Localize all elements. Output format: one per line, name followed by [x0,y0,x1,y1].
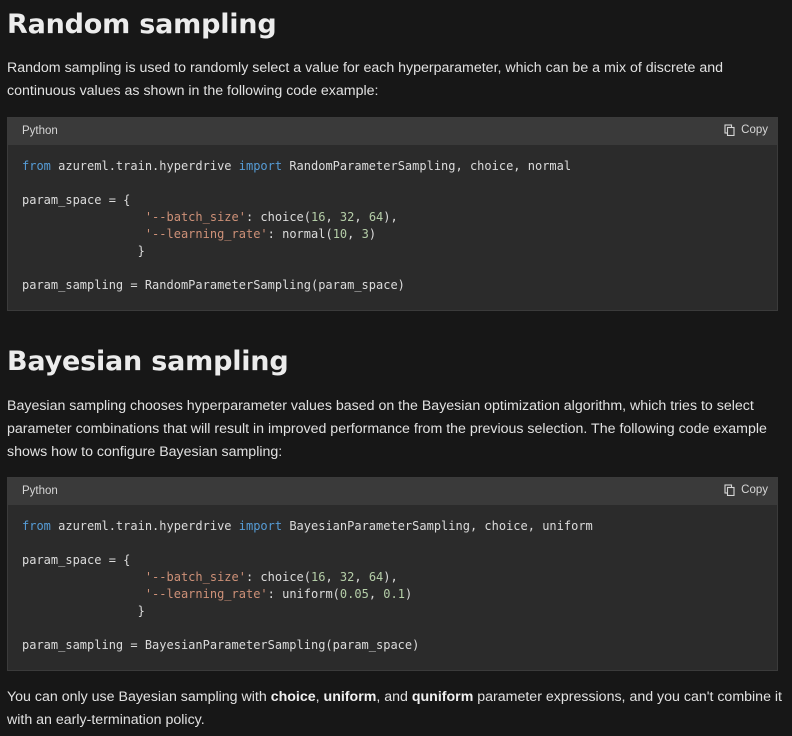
code-body: from azureml.train.hyperdrive import Ran… [8,145,777,294]
code-keyword: from [22,519,51,533]
code-string: '--batch_size' [144,570,246,584]
code-number: 32 [339,570,355,584]
code-line: param_sampling = RandomParameterSampling… [22,278,405,292]
code-line: param_space = { [22,553,131,567]
code-number: 32 [339,210,355,224]
note-text: You can only use Bayesian sampling with [7,689,271,705]
copy-label: Copy [741,124,768,136]
code-number: 64 [368,210,384,224]
bayesian-sampling-code-block: Python Copy from azureml.train.hyperdriv… [7,477,778,671]
code-string: '--learning_rate' [144,227,268,241]
note-bold-term: uniform [323,689,377,705]
code-keyword: from [22,159,51,173]
code-line: } [22,244,145,258]
random-sampling-heading: Random sampling [7,9,277,40]
code-number: 3 [361,227,369,241]
random-sampling-description: Random sampling is used to randomly sele… [7,60,724,99]
note-text: , [315,689,324,705]
copy-icon [724,124,735,136]
bayesian-sampling-heading: Bayesian sampling [7,346,289,377]
code-line: '--learning_rate': uniform(0.05, 0.1) [144,587,413,601]
code-line: } [22,604,145,618]
code-number: 0.05 [339,587,369,601]
code-keyword: import [238,519,283,533]
copy-button[interactable]: Copy [724,124,768,136]
copy-button[interactable]: Copy [724,484,768,496]
code-body: from azureml.train.hyperdrive import Bay… [8,505,777,654]
code-line: '--batch_size': choice(16, 32, 64), [144,210,398,224]
code-header: Python Copy [8,478,777,505]
note-text: , and [376,689,412,705]
code-language-label: Python [22,485,58,497]
random-sampling-code-block: Python Copy from azureml.train.hyperdriv… [7,117,778,311]
code-keyword: import [238,159,283,173]
code-string: '--batch_size' [144,210,246,224]
code-line: '--learning_rate': normal(10, 3) [144,227,377,241]
code-line: param_sampling = BayesianParameterSampli… [22,638,420,652]
note-bold-term: quniform [411,689,474,705]
bayesian-usage-note: You can only use Bayesian sampling with … [7,686,785,732]
code-line: '--batch_size': choice(16, 32, 64), [144,570,398,584]
copy-icon [724,484,735,496]
code-text: BayesianParameterSampling, choice, unifo… [282,519,593,533]
code-header: Python Copy [8,118,777,145]
copy-label: Copy [741,484,768,496]
code-text: azureml.train.hyperdrive [50,159,239,173]
code-text: RandomParameterSampling, choice, normal [282,159,572,173]
code-string: '--learning_rate' [144,587,268,601]
code-line: from azureml.train.hyperdrive import Bay… [22,518,763,535]
code-number: 16 [311,210,326,224]
code-number: 10 [332,227,348,241]
code-number: 16 [311,570,326,584]
code-text: azureml.train.hyperdrive [50,519,239,533]
code-line: param_space = { [22,193,131,207]
bayesian-sampling-description: Bayesian sampling chooses hyperparameter… [7,398,767,460]
note-bold-term: choice [270,689,316,705]
code-number: 64 [368,570,384,584]
code-line: from azureml.train.hyperdrive import Ran… [22,158,763,175]
code-language-label: Python [22,125,58,137]
code-number: 0.1 [383,587,405,601]
